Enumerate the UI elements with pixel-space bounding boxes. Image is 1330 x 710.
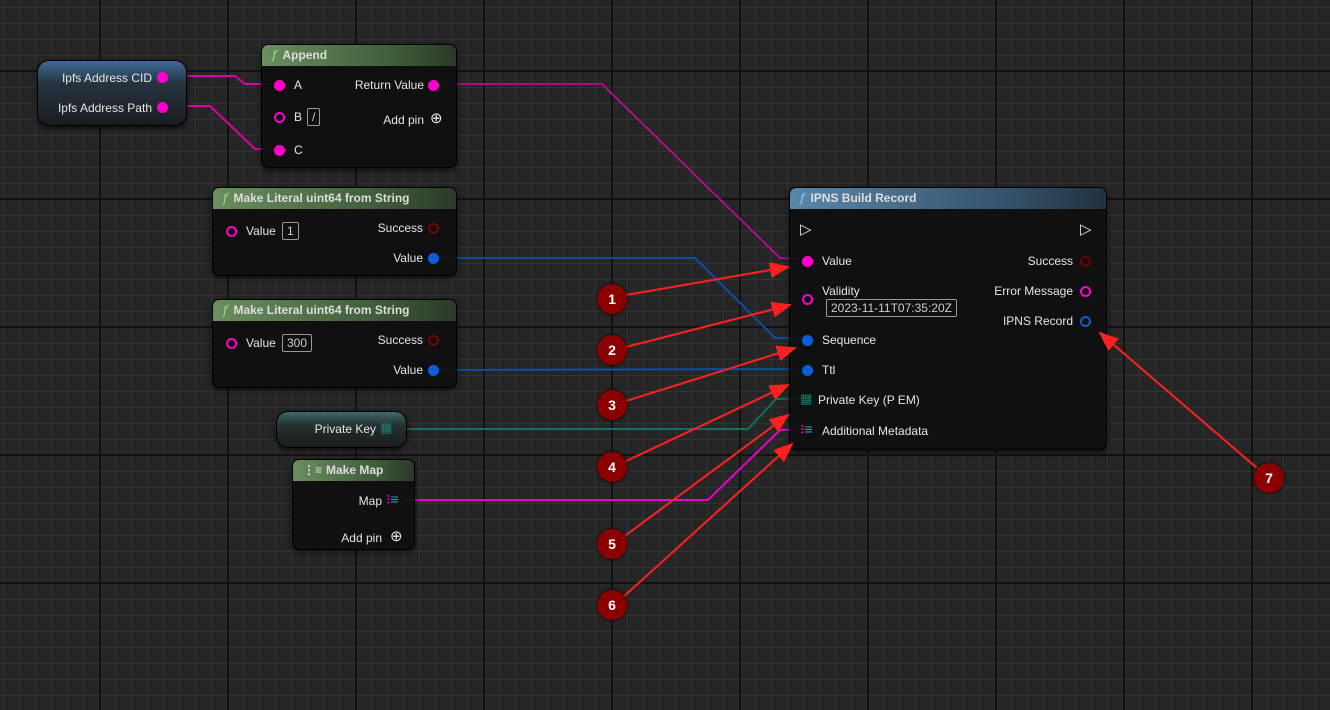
arrow-5 bbox=[621, 413, 790, 539]
callout-1: 1 bbox=[597, 284, 627, 314]
arrow-4 bbox=[623, 384, 790, 463]
callout-2: 2 bbox=[597, 335, 627, 365]
arrow-6 bbox=[620, 442, 794, 600]
callout-7: 7 bbox=[1254, 463, 1284, 493]
callout-5: 5 bbox=[597, 529, 627, 559]
arrow-2 bbox=[625, 301, 792, 348]
callout-3: 3 bbox=[597, 390, 627, 420]
annotation-arrows bbox=[620, 262, 1258, 600]
callout-4: 4 bbox=[597, 452, 627, 482]
arrow-7 bbox=[1098, 331, 1258, 469]
callout-6: 6 bbox=[597, 590, 627, 620]
arrow-1 bbox=[625, 262, 790, 296]
